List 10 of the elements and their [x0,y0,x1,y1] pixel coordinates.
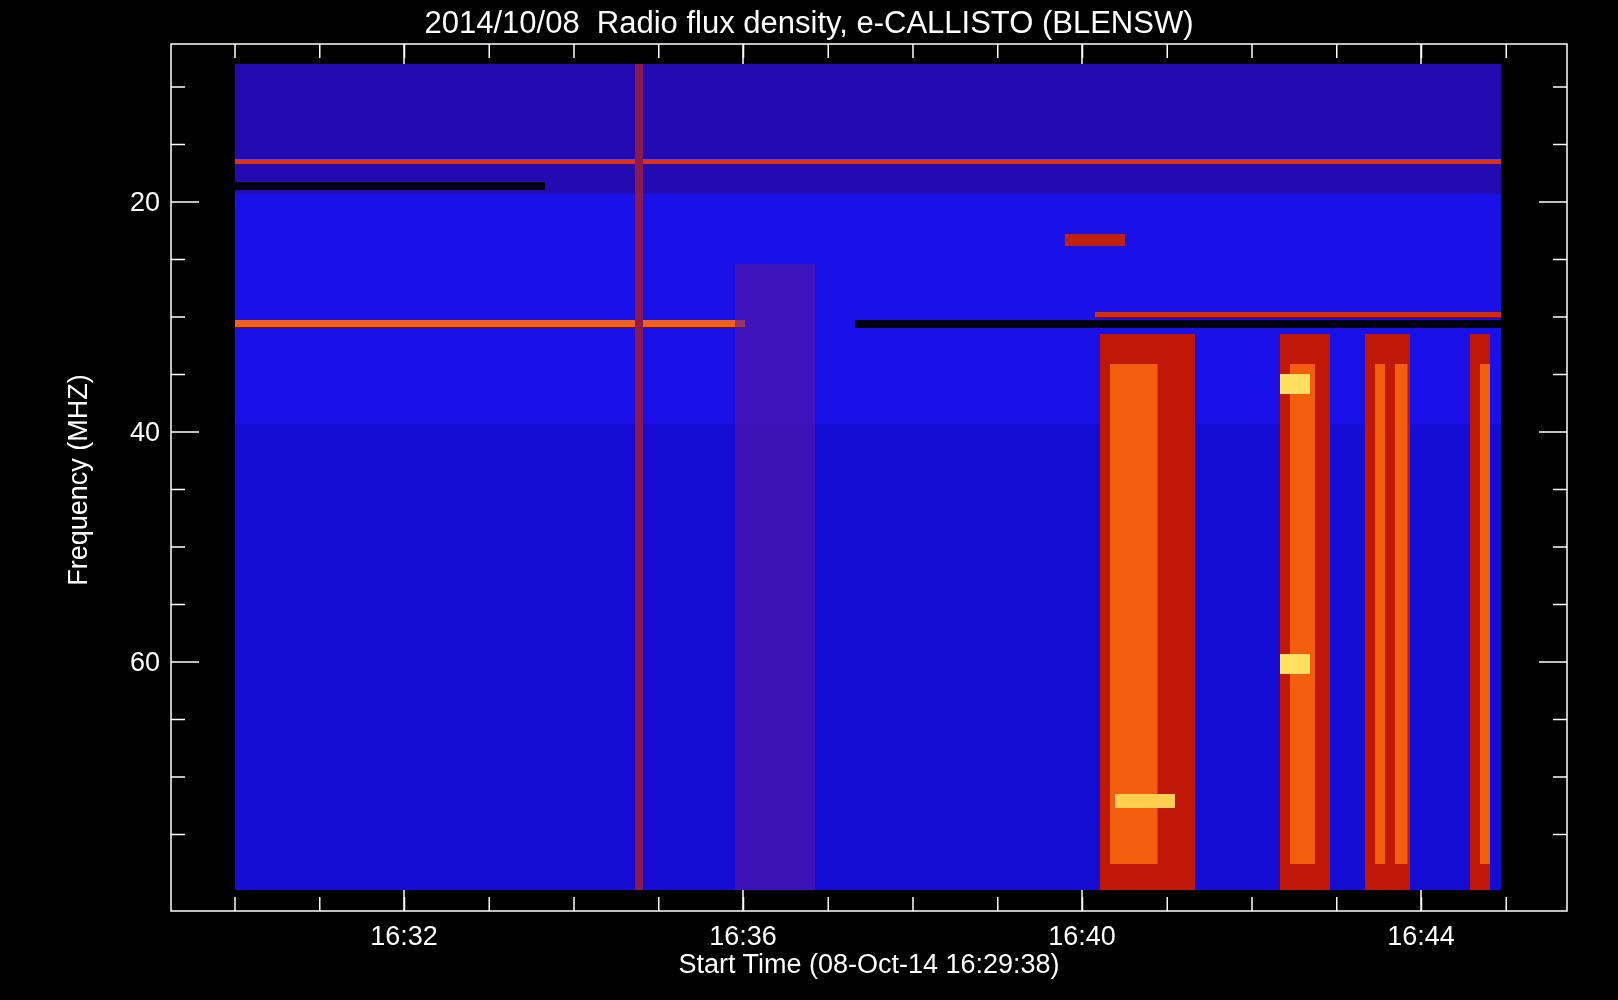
chart-title: 2014/10/08 Radio flux density, e-CALLISTO (BLENSW) [423,4,1195,42]
x-tick-label: 16:36 [708,923,778,950]
y-axis-label: Frequency (MHZ) [64,374,92,586]
x-tick-label: 16:44 [1386,923,1456,950]
y-tick-label: 60 [129,649,160,676]
x-tick-label: 16:40 [1047,923,1117,950]
y-tick-label: 20 [129,189,160,216]
x-tick-label: 16:32 [369,923,439,950]
y-tick-label: 40 [129,419,160,446]
x-axis-label: Start Time (08-Oct-14 16:29:38) [677,951,1061,978]
